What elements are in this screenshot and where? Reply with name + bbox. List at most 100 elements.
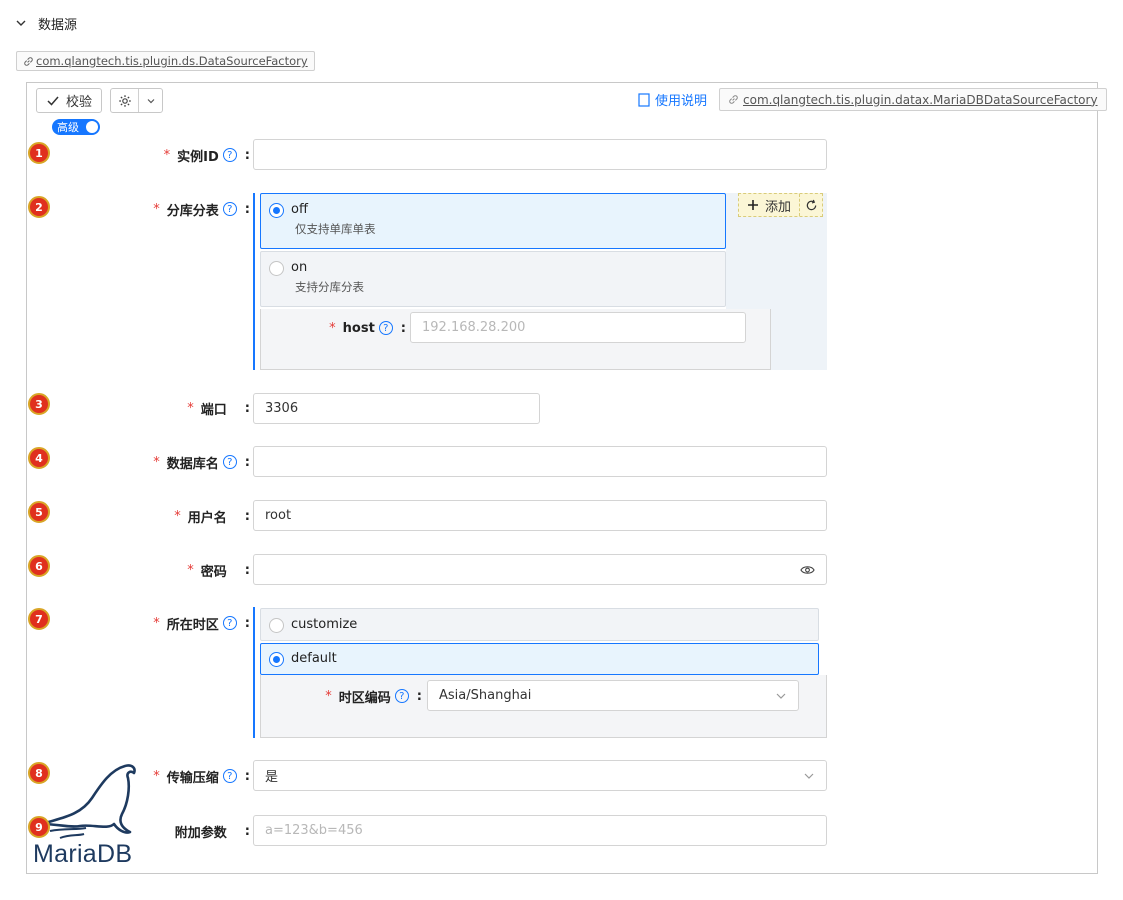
option-title: off [291, 202, 308, 217]
document-icon [638, 92, 650, 107]
section-title: 数据源 [38, 17, 78, 33]
help-icon[interactable]: ? [378, 321, 393, 335]
compress-select[interactable]: 是 [253, 760, 827, 791]
timezone-option-customize[interactable]: customize [260, 608, 819, 641]
help-icon[interactable]: ? [222, 202, 237, 216]
required-mark: * [153, 615, 160, 631]
label-text: 密码 [200, 564, 227, 580]
step-badge: 1 [28, 142, 50, 164]
port-input[interactable]: 3306 [253, 393, 540, 424]
check-icon [47, 96, 59, 106]
step-badge: 6 [28, 555, 50, 577]
option-desc: 支持分库分表 [295, 280, 364, 294]
required-mark: * [187, 400, 194, 416]
label-text: host [342, 320, 375, 336]
select-value: Asia/Shanghai [439, 688, 532, 703]
required-mark: * [174, 508, 181, 524]
help-icon[interactable]: ? [222, 769, 237, 783]
db-name-input[interactable] [253, 446, 827, 477]
timezone-option-default[interactable]: default [260, 643, 819, 675]
colon: : [244, 454, 250, 470]
label-text: 用户名 [187, 510, 227, 526]
chevron-down-icon [139, 96, 162, 106]
colon: : [244, 768, 250, 784]
impl-class-tag[interactable]: com.qlangtech.tis.plugin.datax.MariaDBDa… [719, 88, 1107, 111]
plugin-class-text: com.qlangtech.tis.plugin.ds.DataSourceFa… [36, 54, 308, 68]
required-mark: * [187, 562, 194, 578]
host-label: * host ? : [300, 318, 406, 338]
help-icon[interactable]: ? [222, 148, 237, 162]
radio-button[interactable] [269, 203, 284, 218]
step-badge: 7 [28, 608, 50, 630]
username-input[interactable]: root [253, 500, 827, 531]
toggle-knob [86, 121, 98, 133]
help-link[interactable]: 使用说明 [638, 90, 707, 109]
refresh-button[interactable] [800, 194, 822, 216]
radio-button[interactable] [269, 652, 284, 667]
sharding-option-off[interactable]: off 仅支持单库单表 [260, 193, 726, 249]
help-icon[interactable]: ? [222, 455, 237, 469]
label-text: 传输压缩 [166, 770, 219, 786]
extra-params-input[interactable]: a=123&b=456 [253, 815, 827, 846]
help-icon[interactable]: ? [222, 616, 237, 630]
timezone-label: * 所在时区 ? : [100, 613, 250, 633]
password-input[interactable] [253, 554, 827, 585]
required-mark: * [163, 147, 171, 163]
option-title: on [291, 260, 308, 275]
instance-id-label: * 实例ID ? : [100, 145, 250, 165]
help-label: 使用说明 [655, 94, 708, 109]
help-icon[interactable]: ? [394, 689, 409, 703]
chevron-down-icon [776, 693, 786, 699]
colon: : [244, 400, 250, 416]
input-placeholder: 192.168.28.200 [422, 320, 526, 335]
host-input[interactable]: 192.168.28.200 [410, 312, 746, 343]
step-badge: 5 [28, 501, 50, 523]
advanced-label: 高级 [57, 121, 79, 134]
colon: : [244, 508, 250, 524]
label-text: 分库分表 [166, 203, 219, 219]
required-mark: * [325, 688, 332, 704]
group-indicator [253, 607, 255, 738]
link-icon [729, 95, 738, 104]
step-badge: 3 [28, 393, 50, 415]
label-text: 附加参数 [174, 825, 227, 841]
eye-icon[interactable] [800, 564, 815, 576]
colon: : [400, 320, 406, 336]
verify-button[interactable]: 校验 [36, 88, 102, 113]
add-label: 添加 [765, 199, 792, 215]
tz-code-select[interactable]: Asia/Shanghai [427, 680, 799, 711]
refresh-icon [806, 199, 816, 210]
radio-button[interactable] [269, 618, 284, 633]
option-title: default [291, 651, 337, 666]
plugin-class-tag[interactable]: com.qlangtech.tis.plugin.ds.DataSourceFa… [16, 51, 315, 71]
instance-id-input[interactable] [253, 139, 827, 170]
sharding-option-on[interactable]: on 支持分库分表 [260, 251, 726, 307]
step-badge: 2 [28, 196, 50, 218]
settings-dropdown-button[interactable] [110, 88, 163, 113]
label-text: 数据库名 [166, 456, 219, 472]
add-button[interactable]: 添加 [739, 194, 801, 216]
colon: : [244, 823, 250, 839]
sharding-label: * 分库分表 ? : [100, 199, 250, 219]
mariadb-wordmark: MariaDB [33, 840, 133, 868]
chevron-down-icon [16, 20, 26, 26]
select-value: 是 [265, 770, 279, 785]
step-badge: 9 [28, 816, 50, 838]
input-value: root [265, 508, 292, 523]
colon: : [416, 688, 422, 704]
input-placeholder: a=123&b=456 [265, 823, 363, 838]
tz-code-label: * 时区编码 ? : [290, 686, 422, 706]
colon: : [244, 562, 250, 578]
option-title: customize [291, 617, 358, 632]
required-mark: * [153, 454, 160, 470]
section-header[interactable]: 数据源 [14, 12, 77, 34]
step-badge: 4 [28, 447, 50, 469]
advanced-toggle[interactable]: 高级 [52, 119, 100, 135]
label-text: 时区编码 [338, 690, 391, 706]
label-text: 实例ID [177, 149, 219, 165]
radio-button[interactable] [269, 261, 284, 276]
option-desc: 仅支持单库单表 [295, 222, 376, 236]
required-mark: * [153, 201, 160, 217]
db-name-label: * 数据库名 ? : [100, 452, 250, 472]
colon: : [244, 201, 250, 217]
